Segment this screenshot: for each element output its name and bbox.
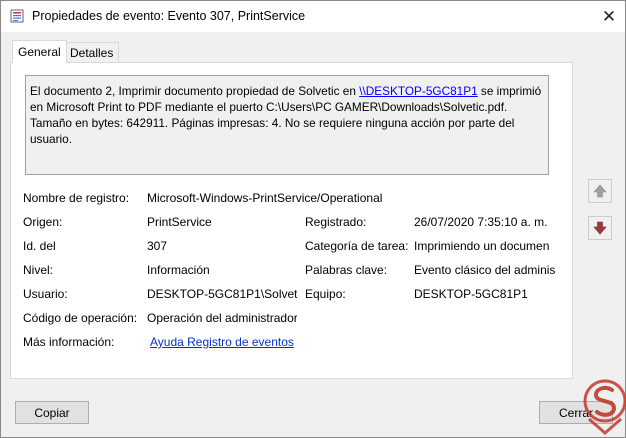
event-properties-dialog: Propiedades de evento: Evento 307, Print… [0, 0, 626, 438]
copy-button[interactable]: Copiar [15, 401, 89, 424]
tab-general[interactable]: General [12, 40, 67, 63]
event-viewer-icon [10, 9, 24, 23]
close-window-button[interactable]: ✕ [593, 4, 625, 30]
tab-detalles-label: Detalles [70, 46, 114, 60]
origen-value[interactable]: PrintService [147, 215, 297, 229]
usuario-label: Usuario: [23, 287, 68, 301]
close-icon: ✕ [601, 7, 617, 26]
nivel-value[interactable]: Información [147, 263, 297, 277]
arrow-up-icon [593, 184, 607, 198]
tab-general-label: General [18, 45, 61, 59]
equipo-value[interactable]: DESKTOP-5GC81P1 [414, 287, 555, 301]
registrado-value[interactable]: 26/07/2020 7:35:10 a. m. [414, 215, 555, 229]
id-label: Id. del [23, 239, 56, 253]
description-text-part1: El documento 2, Imprimir documento propi… [30, 84, 360, 98]
registro-label: Nombre de registro: [23, 191, 130, 205]
mas-informacion-label: Más información: [23, 335, 115, 349]
next-event-button[interactable] [588, 216, 612, 240]
computer-link[interactable]: \\DESKTOP-5GC81P1 [359, 84, 477, 98]
previous-event-button[interactable] [588, 179, 612, 203]
categoria-value[interactable]: Imprimiendo un documen [414, 239, 555, 253]
nivel-label: Nivel: [23, 263, 54, 277]
id-value[interactable]: 307 [147, 239, 297, 253]
equipo-label: Equipo: [305, 287, 346, 301]
solvetic-logo-watermark [583, 379, 626, 435]
title-bar: Propiedades de evento: Evento 307, Print… [1, 1, 625, 32]
tab-detalles[interactable]: Detalles [64, 42, 120, 63]
categoria-label: Categoría de tarea: [305, 239, 409, 253]
copy-button-label: Copiar [34, 405, 70, 420]
arrow-down-icon [593, 221, 607, 235]
palabras-clave-value[interactable]: Evento clásico del adminis [414, 263, 555, 277]
window-title: Propiedades de evento: Evento 307, Print… [32, 9, 306, 23]
event-log-help-link[interactable]: Ayuda Registro de eventos [150, 335, 294, 349]
codigo-operacion-value[interactable]: Operación del administrador [147, 311, 297, 325]
registrado-label: Registrado: [305, 215, 367, 229]
palabras-clave-label: Palabras clave: [305, 263, 388, 277]
usuario-value[interactable]: DESKTOP-5GC81P1\Solvetic [147, 287, 297, 301]
registro-value[interactable]: Microsoft-Windows-PrintService/Operation… [147, 191, 477, 205]
origen-label: Origen: [23, 215, 63, 229]
codigo-operacion-label: Código de operación: [23, 311, 138, 325]
event-description[interactable]: El documento 2, Imprimir documento propi… [25, 75, 549, 175]
